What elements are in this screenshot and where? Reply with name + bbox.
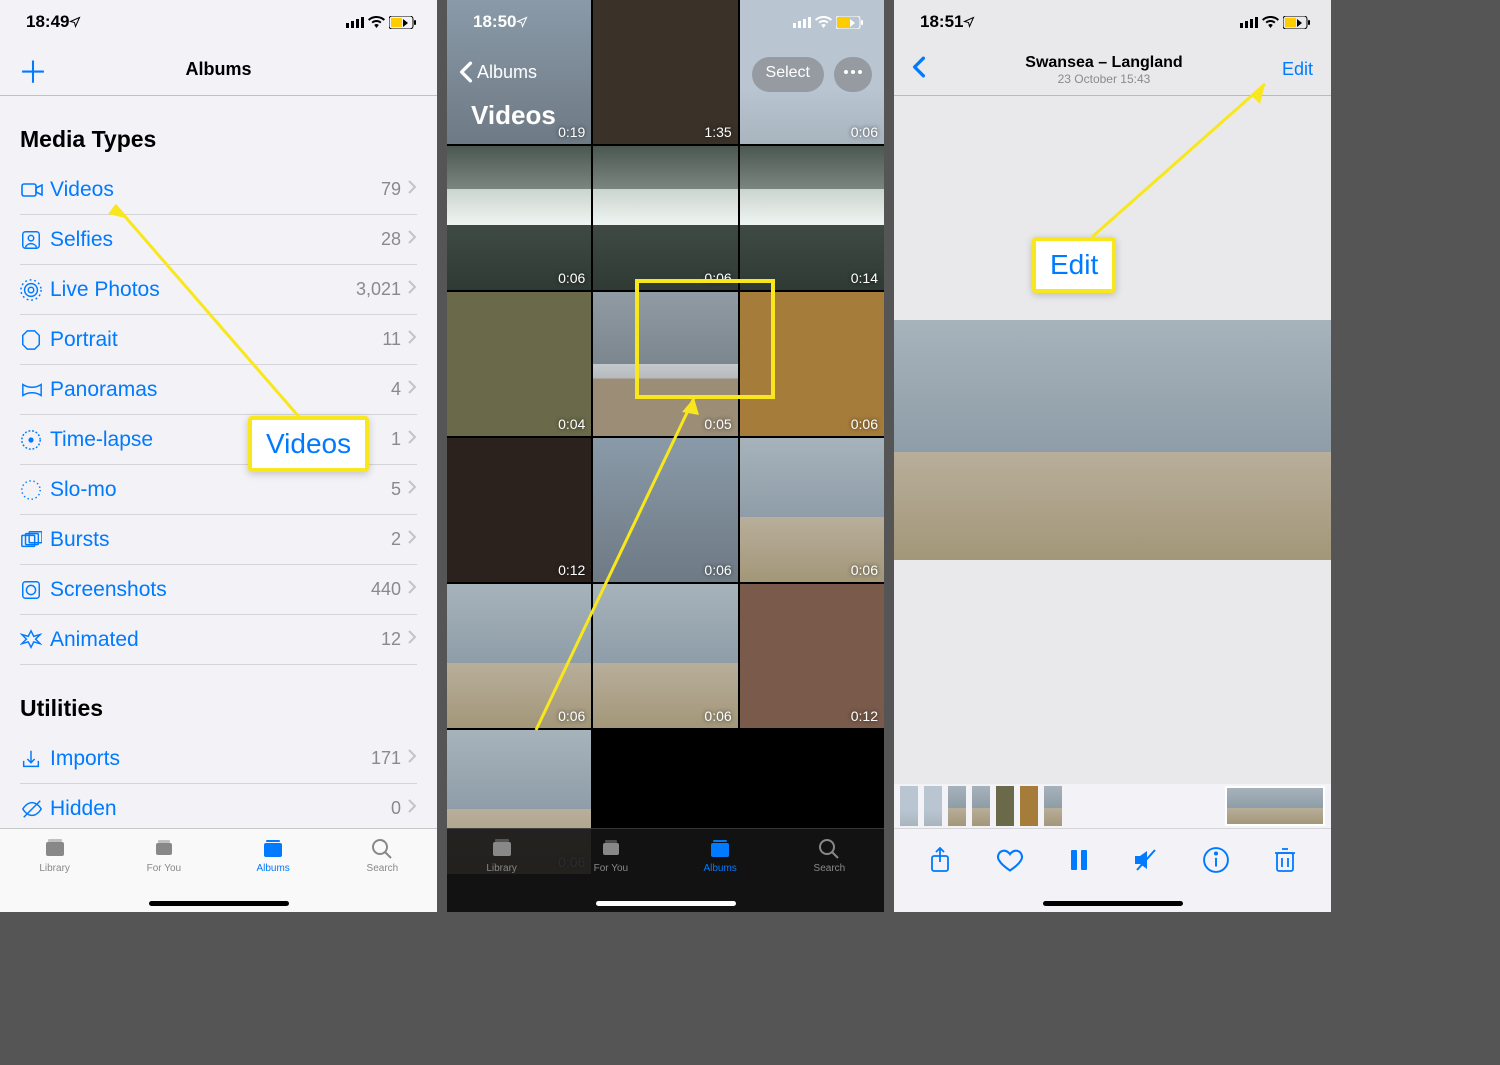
video-thumb[interactable]: 0:05: [593, 292, 737, 436]
video-icon: [20, 178, 50, 202]
chevron-right-icon: [407, 379, 417, 400]
media-type-animated[interactable]: Animated12: [20, 615, 417, 665]
tab-albums[interactable]: Albums: [666, 829, 775, 912]
section-media-types: Media Types: [0, 96, 437, 165]
status-time: 18:50: [473, 12, 516, 32]
status-icons: [346, 16, 417, 29]
tab-bar: Library For You Albums Search: [0, 828, 437, 912]
select-button[interactable]: Select: [752, 57, 824, 92]
tab-foryou[interactable]: For You: [109, 829, 218, 912]
location-icon: [963, 16, 975, 28]
tab-search[interactable]: Search: [775, 829, 884, 912]
tab-library[interactable]: Library: [0, 829, 109, 912]
slomo-icon: [20, 479, 50, 501]
live-icon: [20, 279, 50, 301]
home-indicator[interactable]: [596, 901, 736, 906]
screen-photo-detail: 18:51 Swansea – Langland 23 October 15:4…: [894, 0, 1331, 912]
chevron-right-icon: [407, 629, 417, 650]
media-type-import[interactable]: Imports171: [20, 734, 417, 784]
photo-viewport[interactable]: [894, 96, 1331, 784]
video-thumb[interactable]: 0:06: [593, 584, 737, 728]
hidden-icon: [20, 798, 50, 820]
video-thumb[interactable]: 0:06: [593, 438, 737, 582]
chevron-right-icon: [407, 429, 417, 450]
tab-albums[interactable]: Albums: [219, 829, 328, 912]
status-time: 18:49: [26, 12, 69, 32]
media-type-burst[interactable]: Bursts2: [20, 515, 417, 565]
nav-bar: ＋ Albums: [0, 44, 437, 96]
video-grid[interactable]: 0:191:350:060:060:060:140:040:050:060:12…: [447, 0, 884, 912]
back-button[interactable]: [912, 56, 926, 83]
albums-content: Media Types Videos79Selfies28Live Photos…: [0, 96, 437, 828]
video-thumb[interactable]: 0:12: [740, 584, 884, 728]
videos-title: Videos: [471, 100, 556, 131]
nav-bar: Swansea – Langland 23 October 15:43 Edit: [894, 44, 1331, 96]
screen-albums: 18:49 ＋ Albums Media Types Videos79Selfi…: [0, 0, 437, 912]
callout-edit: Edit: [1032, 237, 1116, 293]
tab-library[interactable]: Library: [447, 829, 556, 912]
chevron-right-icon: [407, 579, 417, 600]
chevron-right-icon: [407, 229, 417, 250]
toolbar: [894, 828, 1331, 912]
chevron-right-icon: [407, 179, 417, 200]
status-time: 18:51: [920, 12, 963, 32]
timelapse-icon: [20, 429, 50, 451]
portrait-icon: [20, 329, 50, 351]
more-button[interactable]: [834, 57, 872, 92]
video-thumb[interactable]: 0:06: [740, 438, 884, 582]
import-icon: [20, 748, 50, 770]
status-bar: 18:51: [894, 0, 1331, 44]
video-thumb[interactable]: 0:06: [593, 146, 737, 290]
chevron-right-icon: [407, 748, 417, 769]
add-button[interactable]: ＋: [18, 48, 48, 92]
video-thumb[interactable]: 0:06: [740, 292, 884, 436]
status-bar: 18:49: [0, 0, 437, 44]
chevron-right-icon: [407, 479, 417, 500]
screenshot-icon: [20, 579, 50, 601]
status-bar: 18:50: [447, 0, 884, 44]
share-button[interactable]: [928, 847, 952, 878]
screen-videos-grid: 0:191:350:060:060:060:140:040:050:060:12…: [447, 0, 884, 912]
thumbnail-strip[interactable]: [894, 784, 1331, 828]
tab-foryou[interactable]: For You: [556, 829, 665, 912]
animated-icon: [20, 629, 50, 651]
media-type-portrait[interactable]: Portrait11: [20, 315, 417, 365]
burst-icon: [20, 529, 50, 551]
callout-videos: Videos: [248, 416, 369, 472]
home-indicator[interactable]: [149, 901, 289, 906]
chevron-right-icon: [407, 329, 417, 350]
edit-button[interactable]: Edit: [1282, 59, 1313, 80]
back-button[interactable]: Albums: [459, 61, 537, 83]
media-type-pano[interactable]: Panoramas4: [20, 365, 417, 415]
location-icon: [69, 16, 81, 28]
media-type-hidden[interactable]: Hidden0: [20, 784, 417, 828]
selfie-icon: [20, 229, 50, 251]
section-utilities: Utilities: [0, 665, 437, 734]
mute-button[interactable]: [1133, 848, 1159, 877]
chevron-right-icon: [407, 279, 417, 300]
video-thumb[interactable]: 0:06: [447, 584, 591, 728]
media-type-live[interactable]: Live Photos3,021: [20, 265, 417, 315]
pause-button[interactable]: [1068, 848, 1090, 877]
location-icon: [516, 16, 528, 28]
photo-title: Swansea – Langland 23 October 15:43: [1025, 54, 1182, 86]
media-type-slomo[interactable]: Slo-mo5: [20, 465, 417, 515]
video-thumb[interactable]: 0:04: [447, 292, 591, 436]
pano-icon: [20, 379, 50, 401]
tab-search[interactable]: Search: [328, 829, 437, 912]
nav-title: Albums: [185, 59, 251, 80]
media-type-screenshot[interactable]: Screenshots440: [20, 565, 417, 615]
video-thumb[interactable]: 0:06: [447, 146, 591, 290]
chevron-right-icon: [407, 798, 417, 819]
video-thumb[interactable]: 0:14: [740, 146, 884, 290]
favorite-button[interactable]: [996, 847, 1024, 878]
delete-button[interactable]: [1273, 847, 1297, 878]
tab-bar: Library For You Albums Search: [447, 828, 884, 912]
home-indicator[interactable]: [1043, 901, 1183, 906]
media-type-selfie[interactable]: Selfies28: [20, 215, 417, 265]
media-type-video[interactable]: Videos79: [20, 165, 417, 215]
info-button[interactable]: [1203, 847, 1229, 878]
chevron-right-icon: [407, 529, 417, 550]
video-thumb[interactable]: 0:12: [447, 438, 591, 582]
